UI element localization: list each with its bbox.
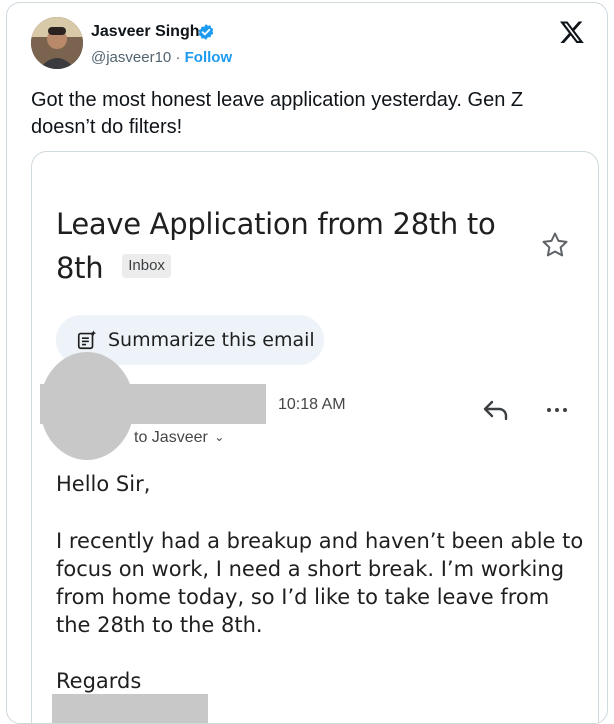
tweet-text: Got the most honest leave application ye…: [31, 89, 524, 138]
more-options-icon[interactable]: [545, 398, 569, 422]
author-avatar[interactable]: [31, 17, 83, 69]
email-greeting: Hello Sir,: [56, 472, 151, 496]
follow-button[interactable]: Follow: [185, 49, 233, 66]
email-signoff: Regards: [56, 669, 142, 693]
tweet-card: Jasveer Singh @jasveer10 · Follow Got th…: [6, 2, 608, 724]
verified-badge-icon: [198, 24, 214, 40]
email-body: I recently had a breakup and haven’t bee…: [56, 529, 584, 637]
tweet-media-screenshot[interactable]: Leave Application from 28th to 8th Inbox…: [31, 151, 599, 723]
inbox-label-chip[interactable]: Inbox: [122, 254, 171, 278]
reply-icon[interactable]: [482, 398, 510, 422]
recipient-details-toggle[interactable]: to Jasveer ⌄: [134, 429, 224, 447]
redacted-signature: [52, 694, 208, 723]
email-time: 10:18 AM: [278, 396, 346, 413]
handle-row: @jasveer10 · Follow: [91, 49, 232, 66]
star-icon[interactable]: [540, 230, 570, 260]
chevron-down-icon: ⌄: [214, 430, 225, 444]
summarize-icon: [77, 330, 97, 350]
summarize-label: Summarize this email: [108, 329, 315, 351]
email-subject: Leave Application from 28th to 8th Inbox: [56, 202, 516, 290]
redacted-sender-avatar: [40, 352, 134, 460]
author-handle[interactable]: @jasveer10: [91, 49, 171, 66]
x-logo-icon[interactable]: [559, 19, 585, 45]
recipient-line: to Jasveer: [134, 429, 208, 446]
separator-dot: ·: [175, 49, 181, 66]
author-name[interactable]: Jasveer Singh: [91, 23, 200, 41]
